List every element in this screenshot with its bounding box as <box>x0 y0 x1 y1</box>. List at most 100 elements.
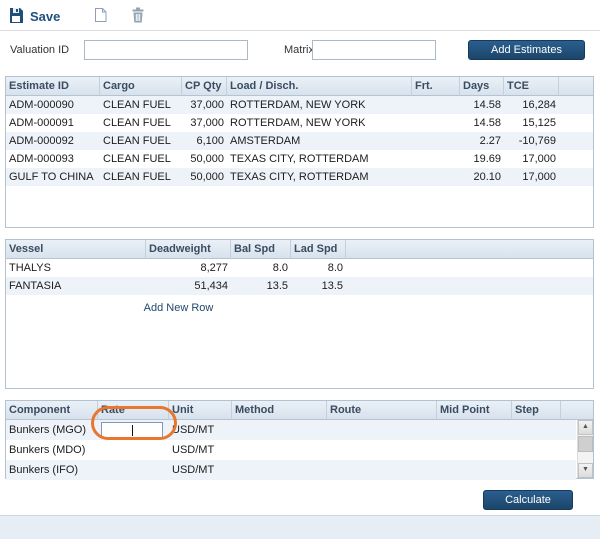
cell-method <box>232 440 327 460</box>
cell-cp-qty: 50,000 <box>182 150 227 168</box>
vessel-row[interactable]: THALYS 8,277 8.0 8.0 <box>6 259 593 277</box>
cell-filler <box>559 150 593 168</box>
component-row[interactable]: Bunkers (MDO) USD/MT <box>6 440 576 460</box>
col-tce[interactable]: TCE <box>504 77 559 96</box>
scroll-up-icon[interactable]: ▲ <box>578 420 593 435</box>
matrix-label: Matrix <box>284 44 314 56</box>
component-row[interactable]: Bunkers (MGO) USD/MT <box>6 420 576 440</box>
cell-bal-spd: 13.5 <box>231 277 291 295</box>
delete-button[interactable] <box>126 5 150 27</box>
col-unit[interactable]: Unit <box>169 401 232 420</box>
cell-filler <box>559 96 593 114</box>
add-estimates-button[interactable]: Add Estimates <box>468 40 585 60</box>
col-vessel[interactable]: Vessel <box>6 240 146 259</box>
cell-method <box>232 420 327 440</box>
estimate-row[interactable]: ADM-000092 CLEAN FUEL 6,100 AMSTERDAM 2.… <box>6 132 593 150</box>
rate-input[interactable] <box>101 422 163 438</box>
new-note-button[interactable] <box>88 5 112 27</box>
cell-load-disch: AMSTERDAM <box>227 132 412 150</box>
cell-mid-point <box>437 440 512 460</box>
cell-estimate-id: ADM-000090 <box>6 96 100 114</box>
valuation-id-input[interactable] <box>84 40 248 60</box>
vessel-panel: Vessel Deadweight Bal Spd Lad Spd THALYS… <box>5 239 594 389</box>
cell-cargo: CLEAN FUEL <box>100 132 182 150</box>
estimates-table: Estimate ID Cargo CP Qty Load / Disch. F… <box>6 77 593 186</box>
save-icon <box>8 7 24 26</box>
col-deadweight[interactable]: Deadweight <box>146 240 231 259</box>
cell-tce: 15,125 <box>504 114 559 132</box>
cell-frt <box>412 150 460 168</box>
cell-load-disch: ROTTERDAM, NEW YORK <box>227 114 412 132</box>
cell-cargo: CLEAN FUEL <box>100 168 182 186</box>
cell-filler <box>346 277 593 295</box>
estimate-row[interactable]: ADM-000093 CLEAN FUEL 50,000 TEXAS CITY,… <box>6 150 593 168</box>
valuation-id-label: Valuation ID <box>10 44 69 56</box>
document-icon <box>93 7 108 26</box>
component-table: Bunkers (MGO) USD/MT Bunkers (MDO) USD/M… <box>6 420 576 480</box>
col-bal-spd[interactable]: Bal Spd <box>231 240 291 259</box>
column-filler <box>561 401 593 420</box>
cell-estimate-id: GULF TO CHINA <box>6 168 100 186</box>
vessel-row[interactable]: FANTASIA 51,434 13.5 13.5 <box>6 277 593 295</box>
col-cargo[interactable]: Cargo <box>100 77 182 96</box>
cell-filler <box>559 114 593 132</box>
cell-lad-spd: 13.5 <box>291 277 346 295</box>
calculate-button[interactable]: Calculate <box>483 490 573 510</box>
save-button[interactable]: Save <box>8 5 60 27</box>
save-label: Save <box>30 9 60 24</box>
cell-cargo: CLEAN FUEL <box>100 150 182 168</box>
cell-days: 19.69 <box>460 150 504 168</box>
col-route[interactable]: Route <box>327 401 437 420</box>
cell-days: 14.58 <box>460 96 504 114</box>
component-row[interactable]: Bunkers (IFO) USD/MT <box>6 460 576 480</box>
cell-frt <box>412 168 460 186</box>
col-estimate-id[interactable]: Estimate ID <box>6 77 100 96</box>
cell-days: 14.58 <box>460 114 504 132</box>
cell-cp-qty: 50,000 <box>182 168 227 186</box>
estimate-row[interactable]: ADM-000091 CLEAN FUEL 37,000 ROTTERDAM, … <box>6 114 593 132</box>
cell-step <box>512 420 561 440</box>
cell-rate <box>98 440 169 460</box>
cell-tce: 17,000 <box>504 168 559 186</box>
col-lad-spd[interactable]: Lad Spd <box>291 240 346 259</box>
col-step[interactable]: Step <box>512 401 561 420</box>
col-days[interactable]: Days <box>460 77 504 96</box>
cell-load-disch: ROTTERDAM, NEW YORK <box>227 96 412 114</box>
cell-filler <box>346 259 593 277</box>
matrix-input[interactable] <box>312 40 436 60</box>
cell-filler <box>561 440 576 460</box>
cell-frt <box>412 132 460 150</box>
cell-vessel: FANTASIA <box>6 277 146 295</box>
col-mid-point[interactable]: Mid Point <box>437 401 512 420</box>
estimates-header-row: Estimate ID Cargo CP Qty Load / Disch. F… <box>6 77 593 96</box>
col-method[interactable]: Method <box>232 401 327 420</box>
col-load-disch[interactable]: Load / Disch. <box>227 77 412 96</box>
cell-unit: USD/MT <box>169 420 232 440</box>
col-cp-qty[interactable]: CP Qty <box>182 77 227 96</box>
cell-estimate-id: ADM-000093 <box>6 150 100 168</box>
estimate-row[interactable]: GULF TO CHINA CLEAN FUEL 50,000 TEXAS CI… <box>6 168 593 186</box>
cell-method <box>232 460 327 480</box>
cell-tce: -10,769 <box>504 132 559 150</box>
cell-days: 2.27 <box>460 132 504 150</box>
estimate-row[interactable]: ADM-000090 CLEAN FUEL 37,000 ROTTERDAM, … <box>6 96 593 114</box>
cell-load-disch: TEXAS CITY, ROTTERDAM <box>227 150 412 168</box>
scroll-down-icon[interactable]: ▼ <box>578 463 593 478</box>
cell-frt <box>412 96 460 114</box>
cell-bal-spd: 8.0 <box>231 259 291 277</box>
vertical-scrollbar[interactable]: ▲ ▼ <box>577 420 593 478</box>
cell-vessel: THALYS <box>6 259 146 277</box>
cell-days: 20.10 <box>460 168 504 186</box>
cell-filler <box>561 420 576 440</box>
scrollbar-thumb[interactable] <box>578 436 593 452</box>
add-new-row-link[interactable]: Add New Row <box>6 302 351 314</box>
component-header-row: Component Rate Unit Method Route Mid Poi… <box>6 401 593 420</box>
col-component[interactable]: Component <box>6 401 98 420</box>
cell-route <box>327 420 437 440</box>
col-frt[interactable]: Frt. <box>412 77 460 96</box>
col-rate[interactable]: Rate <box>98 401 169 420</box>
cell-route <box>327 460 437 480</box>
cell-filler <box>559 132 593 150</box>
cell-rate <box>98 420 169 440</box>
cell-component: Bunkers (MDO) <box>6 440 98 460</box>
